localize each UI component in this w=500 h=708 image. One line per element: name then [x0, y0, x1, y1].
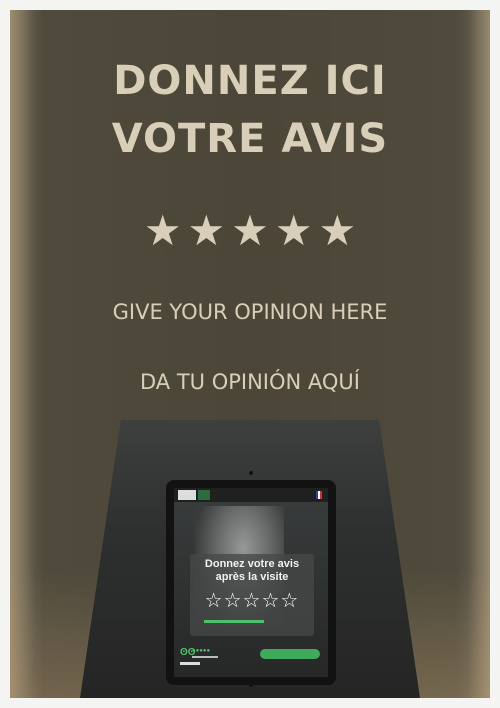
star-icon: ★ — [187, 207, 226, 254]
sign-stars: ★ ★ ★ ★ ★ — [10, 210, 490, 252]
photo: DONNEZ ICI VOTRE AVIS ★ ★ ★ ★ ★ GIVE YOU… — [10, 10, 490, 698]
star-icon: ★ — [143, 207, 182, 254]
screen-header — [174, 488, 328, 502]
review-button[interactable] — [260, 649, 320, 659]
star-icon: ★ — [274, 207, 313, 254]
review-panel: Donnez votre avis après la visite ☆☆☆☆☆ — [190, 554, 314, 636]
tablet-screen[interactable]: Donnez votre avis après la visite ☆☆☆☆☆ … — [174, 488, 328, 677]
sign-spanish-line: DA TU OPINIÓN AQUÍ — [139, 370, 360, 394]
rating-stars[interactable]: ☆☆☆☆☆ — [190, 588, 314, 613]
footer-text-bar — [192, 656, 218, 658]
footer-text-bar — [180, 662, 200, 665]
kiosk-sensor — [249, 471, 253, 475]
star-icon: ★ — [318, 207, 357, 254]
star-icon: ★ — [231, 207, 269, 254]
sign-english-line: GIVE YOUR OPINION HERE — [112, 300, 388, 324]
sign-heading-line2: VOTRE AVIS — [111, 116, 389, 162]
review-title: Donnez votre avis après la visite — [204, 558, 300, 583]
logo-icon — [178, 490, 196, 500]
sign-heading-line1: DONNEZ ICI — [113, 58, 387, 104]
flag-icon[interactable] — [316, 491, 322, 499]
green-tag-icon — [198, 490, 210, 500]
rating-dots-icon: ●●●●● — [192, 648, 211, 654]
screen-footer: ʘʘ ●●●●● — [180, 647, 322, 669]
review-link[interactable] — [204, 620, 264, 623]
tablet: Donnez votre avis après la visite ☆☆☆☆☆ … — [166, 480, 336, 685]
